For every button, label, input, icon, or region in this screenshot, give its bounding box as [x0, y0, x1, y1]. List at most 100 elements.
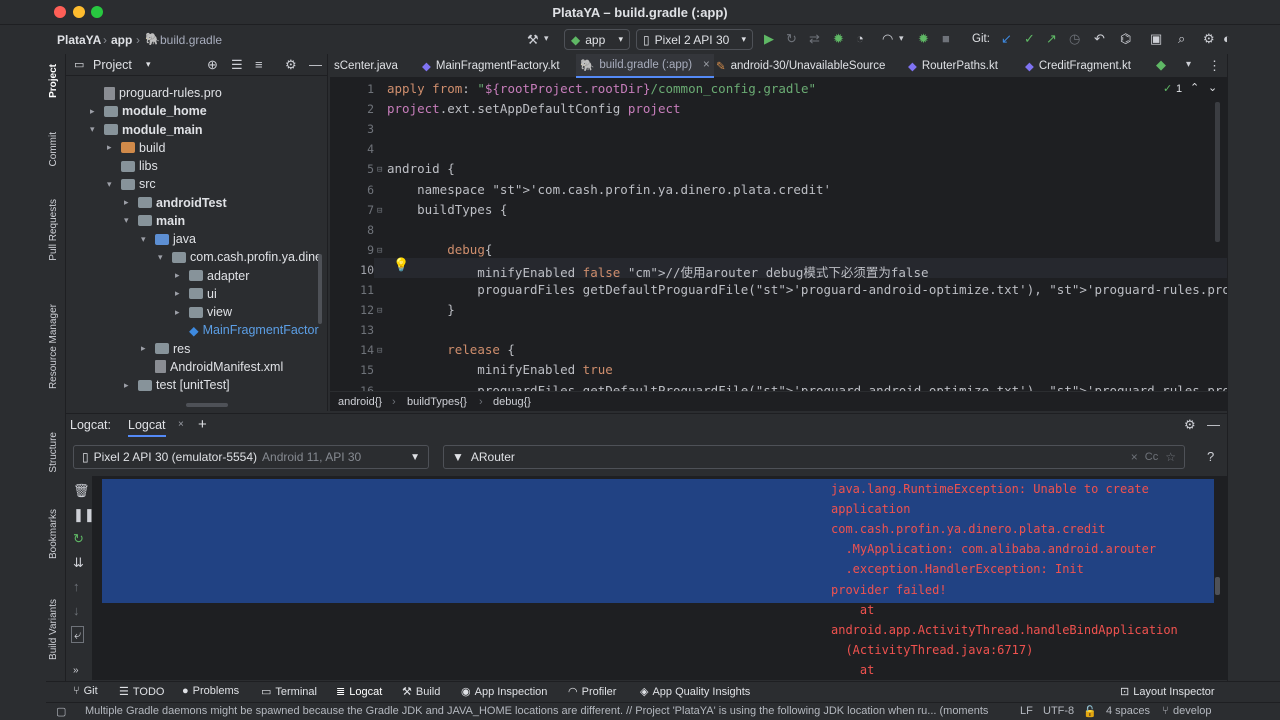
indent-setting[interactable]: 4 spaces: [1106, 705, 1150, 717]
tree-item[interactable]: proguard-rules.pro: [90, 84, 222, 102]
log-line[interactable]: provider failed!: [831, 583, 947, 597]
chevron-down-icon[interactable]: ▾: [107, 179, 117, 190]
coverage-icon[interactable]: ◠: [882, 32, 893, 45]
tab-unavailable-source[interactable]: ✎ android-30/UnavailableSource: [712, 54, 889, 78]
chevron-right-icon[interactable]: ▸: [124, 197, 134, 208]
tree-item[interactable]: libs: [107, 157, 158, 175]
up-icon[interactable]: ↑: [73, 580, 80, 593]
logcat-tab[interactable]: Logcat: [128, 418, 166, 437]
chevron-right-icon[interactable]: ▸: [175, 307, 185, 318]
run-icon[interactable]: ▶: [764, 32, 774, 45]
tab-profiler[interactable]: ◠ Profiler: [568, 685, 616, 699]
log-line[interactable]: java.lang.RuntimeException: Unable to cr…: [831, 482, 1149, 496]
chevron-right-icon[interactable]: ▸: [107, 142, 117, 153]
tool-build-variants[interactable]: Build Variants: [48, 599, 59, 660]
status-message[interactable]: Multiple Gradle daemons might be spawned…: [85, 705, 990, 717]
git-branch[interactable]: develop: [1173, 705, 1212, 717]
tab-app-quality-insights[interactable]: ◈ App Quality Insights: [640, 685, 750, 699]
tree-item[interactable]: ▸ adapter: [175, 267, 249, 285]
tree-item[interactable]: ▾ com.cash.profin.ya.dine: [158, 248, 322, 266]
history-icon[interactable]: ◷: [1069, 32, 1080, 45]
clear-icon[interactable]: ×: [1131, 450, 1138, 464]
more-icon[interactable]: ⋮: [1208, 59, 1221, 72]
device-selector[interactable]: ▯ Pixel 2 API 30 (emulator-5554) Android…: [73, 445, 429, 469]
device-manager-icon[interactable]: ⌬: [1120, 32, 1131, 45]
lock-icon[interactable]: 🔓: [1083, 705, 1097, 718]
soft-wrap-icon[interactable]: ⤶: [71, 626, 85, 643]
chevron-down-icon[interactable]: ▾: [158, 252, 168, 263]
chevron-down-icon[interactable]: ▾: [1186, 60, 1191, 70]
down-icon[interactable]: ↓: [73, 604, 80, 617]
tool-structure[interactable]: Structure: [48, 432, 59, 473]
expand-all-icon[interactable]: ☰: [231, 58, 243, 71]
running-devices-icon[interactable]: ▣: [1150, 32, 1162, 45]
tree-vscrollbar[interactable]: [318, 254, 322, 324]
close-icon[interactable]: ×: [703, 59, 710, 71]
tab-terminal[interactable]: ▭ Terminal: [261, 685, 317, 699]
tree-item[interactable]: ▾ src: [107, 175, 156, 193]
project-panel-title[interactable]: Project: [93, 58, 132, 72]
tree-item[interactable]: ▸ ui: [175, 285, 217, 303]
tab-routerpaths[interactable]: ◆ RouterPaths.kt: [904, 54, 1002, 78]
tree-item[interactable]: ▸ build: [107, 139, 165, 157]
tab-todo[interactable]: ☰ TODO: [119, 685, 164, 699]
fold-icon[interactable]: ⊟: [377, 246, 382, 256]
attach-debugger-icon[interactable]: ✹: [918, 32, 929, 45]
fold-icon[interactable]: ⊟: [377, 206, 382, 216]
close-icon[interactable]: ×: [178, 419, 184, 430]
stop-icon[interactable]: ■: [942, 32, 950, 45]
log-line[interactable]: com.cash.profin.ya.dinero.plata.credit: [831, 522, 1106, 536]
git-update-icon[interactable]: ↙: [1001, 32, 1012, 45]
tool-commit[interactable]: Commit: [48, 132, 59, 166]
warning-count[interactable]: 1: [1176, 83, 1182, 95]
breadcrumb-debug[interactable]: debug{}: [493, 396, 531, 408]
apply-code-changes-icon[interactable]: ⇄: [809, 32, 820, 45]
breadcrumb-android[interactable]: android{}: [338, 396, 382, 408]
logcat-filter-input[interactable]: ▼ ARouter × Cc ☆: [443, 445, 1185, 469]
chevron-right-icon[interactable]: ▸: [175, 270, 185, 281]
tab-layout-inspector[interactable]: ⊡ Layout Inspector: [1120, 685, 1215, 699]
tab-creditfragment[interactable]: ◆ CreditFragment.kt: [1021, 54, 1135, 78]
line-separator[interactable]: LF: [1020, 705, 1033, 717]
tab-mainfragmentfactory[interactable]: ◆ MainFragmentFactory.kt: [418, 54, 564, 78]
breadcrumb-buildtypes[interactable]: buildTypes{}: [407, 396, 467, 408]
chevron-up-icon[interactable]: ⌃: [1190, 81, 1199, 94]
tab-build-gradle[interactable]: 🐘 build.gradle (:app) ×: [576, 54, 714, 78]
tool-pull-requests[interactable]: Pull Requests: [48, 199, 59, 261]
tree-item[interactable]: ◆ MainFragmentFactor: [175, 321, 319, 339]
log-scrollbar[interactable]: [1215, 577, 1220, 595]
log-line[interactable]: .exception.HandlerException: Init: [831, 562, 1083, 576]
locate-icon[interactable]: ⊕: [207, 58, 218, 71]
restart-icon[interactable]: ↻: [73, 532, 84, 545]
chevron-down-icon[interactable]: ▾: [124, 215, 134, 226]
log-line[interactable]: at: [831, 603, 874, 617]
kotlin-file-icon[interactable]: ◆: [1156, 58, 1166, 71]
breadcrumb-project[interactable]: PlataYA: [57, 33, 101, 47]
gear-icon[interactable]: ⚙: [285, 58, 297, 71]
log-line[interactable]: android.app.ActivityThread.handleBindApp…: [831, 623, 1178, 637]
chevron-right-icon[interactable]: ▸: [175, 288, 185, 299]
chevron-down-icon[interactable]: ⌄: [1208, 81, 1217, 94]
tree-item[interactable]: ▸ view: [175, 303, 232, 321]
breadcrumb-file[interactable]: build.gradle: [160, 33, 222, 47]
git-push-icon[interactable]: ↗: [1046, 32, 1057, 45]
warning-count-icon[interactable]: ✓: [1163, 82, 1172, 95]
gear-icon[interactable]: ⚙: [1203, 32, 1215, 45]
fold-icon[interactable]: ⊟: [377, 346, 382, 356]
tree-item[interactable]: ▸ androidTest: [124, 194, 227, 212]
fold-icon[interactable]: ⊟: [377, 165, 382, 175]
log-line[interactable]: application: [831, 502, 910, 516]
log-line[interactable]: .MyApplication: com.alibaba.android.arou…: [831, 542, 1156, 556]
tree-item[interactable]: ▸ module_home: [90, 102, 207, 120]
add-tab-icon[interactable]: +: [198, 416, 207, 433]
tree-item[interactable]: ▸ res: [141, 340, 190, 358]
chevron-down-icon[interactable]: ▾: [146, 59, 151, 70]
run-config-select[interactable]: ◆ app ▾: [564, 29, 630, 50]
tree-item[interactable]: ▾ main: [124, 212, 185, 230]
tool-project[interactable]: Project: [48, 64, 59, 98]
log-line[interactable]: (ActivityThread.java:6717): [831, 643, 1033, 657]
tab-git[interactable]: ⑂ Git: [73, 685, 98, 697]
lightbulb-icon[interactable]: 💡: [393, 258, 409, 273]
log-line[interactable]: at: [831, 663, 874, 677]
tab-app-inspection[interactable]: ◉ App Inspection: [461, 685, 547, 699]
